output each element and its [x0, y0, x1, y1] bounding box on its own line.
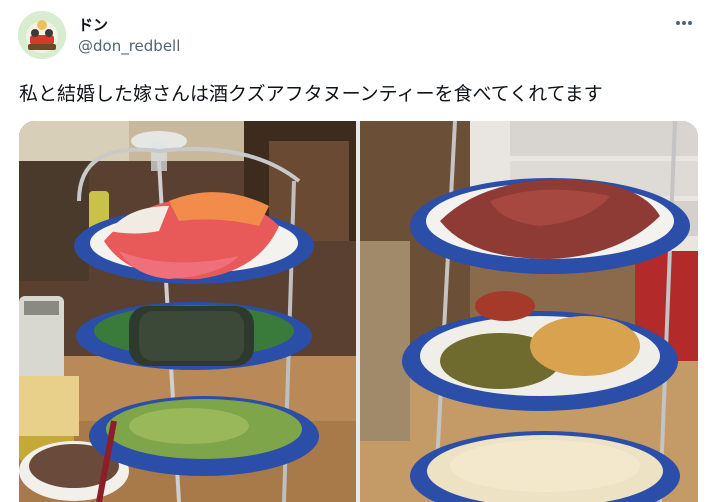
media-grid	[19, 121, 698, 502]
food-photo-right	[360, 121, 698, 502]
food-photo-left	[19, 121, 356, 502]
avatar-illustration	[18, 11, 66, 59]
display-name[interactable]: ドン	[78, 14, 108, 35]
tweet-card: ドン @don_redbell 私と結婚した嫁さんは酒クズアフタヌーンティーを食…	[0, 0, 709, 502]
more-options-button[interactable]	[673, 12, 695, 34]
photo-roastbeef-stand[interactable]	[360, 121, 698, 502]
photo-sashimi-stand[interactable]	[19, 121, 356, 502]
tweet-text: 私と結婚した嫁さんは酒クズアフタヌーンティーを食べてくれてます	[19, 83, 603, 105]
user-handle[interactable]: @don_redbell	[78, 37, 180, 55]
more-horizontal-icon	[676, 21, 692, 25]
avatar[interactable]	[18, 11, 66, 59]
